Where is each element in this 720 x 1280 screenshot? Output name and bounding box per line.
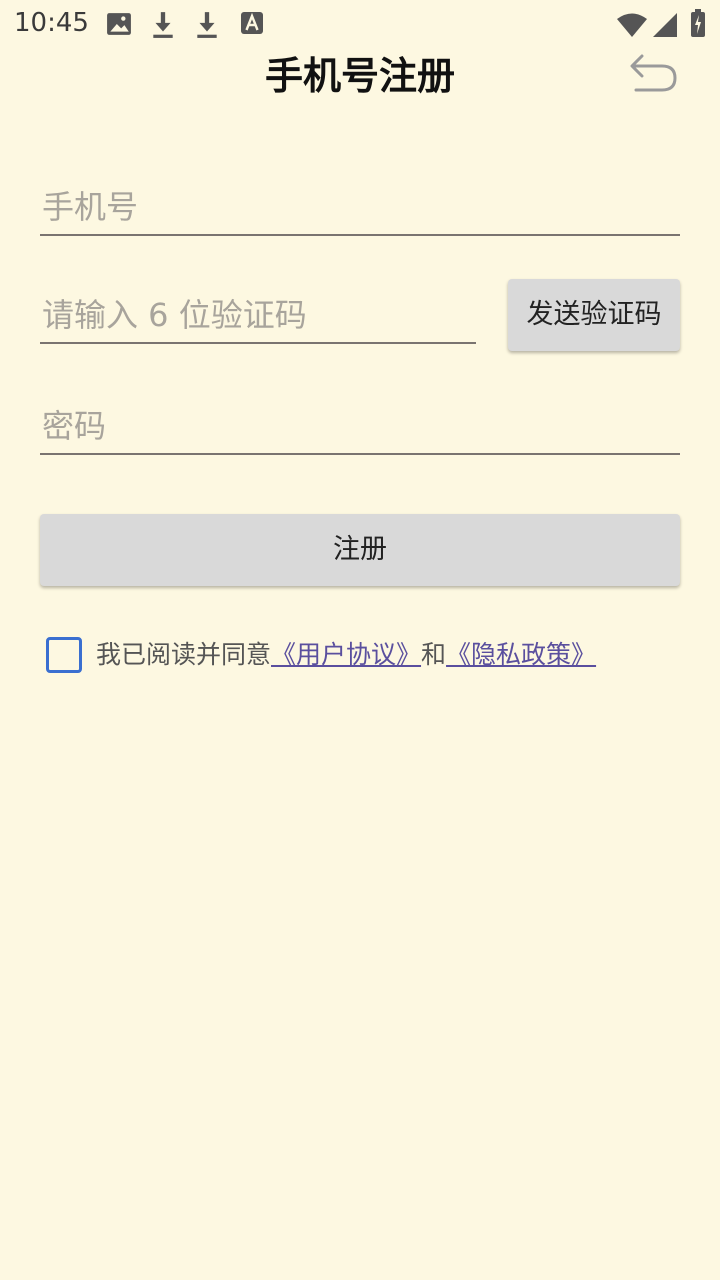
agreement-row: 我已阅读并同意《用户协议》和《隐私政策》 [46,636,706,676]
phone-input[interactable] [40,180,680,234]
agreement-checkbox[interactable] [46,637,82,673]
back-button[interactable] [626,50,682,98]
send-code-button[interactable]: 发送验证码 [508,279,680,351]
font-a-icon [241,12,263,34]
battery-icon [691,9,705,37]
undo-arrow-icon [630,54,677,92]
register-button[interactable]: 注册 [40,514,680,586]
status-bar: 10:45 [0,0,720,52]
agreement-text: 我已阅读并同意《用户协议》和《隐私政策》 [96,638,596,672]
download-icon [153,12,173,38]
wifi-icon [617,13,647,37]
phone-field [40,180,680,236]
header: 手机号注册 [0,52,720,112]
password-input[interactable] [40,399,680,453]
status-time: 10:45 [14,8,89,38]
page-title: 手机号注册 [264,54,455,98]
user-agreement-link[interactable]: 《用户协议》 [271,640,421,669]
agreement-prefix: 我已阅读并同意 [96,640,272,669]
password-field [40,399,680,455]
download-icon [197,12,217,38]
privacy-policy-link[interactable]: 《隐私政策》 [446,640,596,669]
verification-code-input[interactable] [40,288,476,342]
signal-icon [653,13,677,37]
image-icon [107,13,131,35]
agreement-and: 和 [421,640,447,669]
code-field [40,288,476,344]
